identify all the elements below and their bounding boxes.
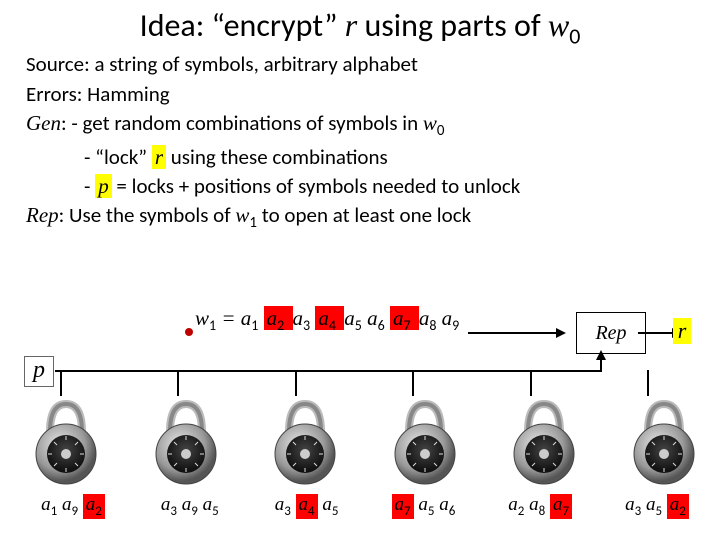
arrow-w1-to-rep xyxy=(468,332,558,334)
w1-token: a9 xyxy=(442,306,460,330)
lock-icon xyxy=(269,396,341,486)
source-line: Source: a string of symbols, arbitrary a… xyxy=(26,51,694,78)
lock-label: a1 a9 a2 xyxy=(26,494,120,519)
vline-lock-4 xyxy=(412,370,414,396)
rep-box: Rep xyxy=(576,312,646,354)
arrow-head-p-up xyxy=(596,350,606,360)
red-dot xyxy=(185,328,193,336)
lock-icon xyxy=(389,396,461,486)
errors-line: Errors: Hamming xyxy=(26,81,694,108)
lock-icon xyxy=(628,396,700,486)
locks-row xyxy=(20,396,710,491)
lock-icon xyxy=(508,396,580,486)
vline-lock-2 xyxy=(177,370,179,396)
w1-equation: w1 = a1 a2 a3 a4 a5 a6 a7 a8 a9 xyxy=(195,306,459,334)
rep-line: Rep: Use the symbols of w1 to open at le… xyxy=(26,202,694,234)
p-label: p xyxy=(24,356,54,387)
gen-line-1: Gen: - get random combinations of symbol… xyxy=(26,110,694,142)
w1-token: a1 xyxy=(241,306,264,330)
vline-lock-3 xyxy=(295,370,297,396)
lock-label: a3 a4 a5 xyxy=(260,494,354,519)
gen-line-3: - p = locks + positions of symbols neede… xyxy=(84,173,694,200)
slide-title: Idea: “encrypt” r using parts of w0 xyxy=(0,6,720,49)
lock-label: a3 a5 a2 xyxy=(610,494,704,519)
r-output: r xyxy=(668,316,696,346)
w1-token: a4 xyxy=(315,306,344,330)
w1-token: a2 xyxy=(264,306,293,330)
lock-label: a7 a5 a6 xyxy=(376,494,470,519)
arrow-head-rep-in xyxy=(556,328,566,338)
lock-labels-row: a1 a9 a2 a3 a9 a5 a3 a4 a5 a7 a5 a6 a2 a… xyxy=(20,494,710,519)
w1-token: a5 xyxy=(344,306,367,330)
lock-label: a2 a8 a7 xyxy=(493,494,587,519)
lock-icon xyxy=(150,396,222,486)
vline-lock-5 xyxy=(530,370,532,396)
vline-lock-6 xyxy=(647,370,649,396)
p-horizontal-line xyxy=(55,370,600,372)
gen-line-2: - “lock” r using these combinations xyxy=(84,144,694,171)
vline-lock-1 xyxy=(60,370,62,396)
lock-label: a3 a9 a5 xyxy=(143,494,237,519)
body: Source: a string of symbols, arbitrary a… xyxy=(26,51,694,234)
w1-token: a6 xyxy=(367,306,390,330)
lock-icon xyxy=(30,396,102,486)
diagram: w1 = a1 a2 a3 a4 a5 a6 a7 a8 a9 Rep r p xyxy=(20,306,710,536)
w1-token: a3 xyxy=(293,306,316,330)
w1-token: a7 xyxy=(390,306,419,330)
w1-token: a8 xyxy=(419,306,442,330)
